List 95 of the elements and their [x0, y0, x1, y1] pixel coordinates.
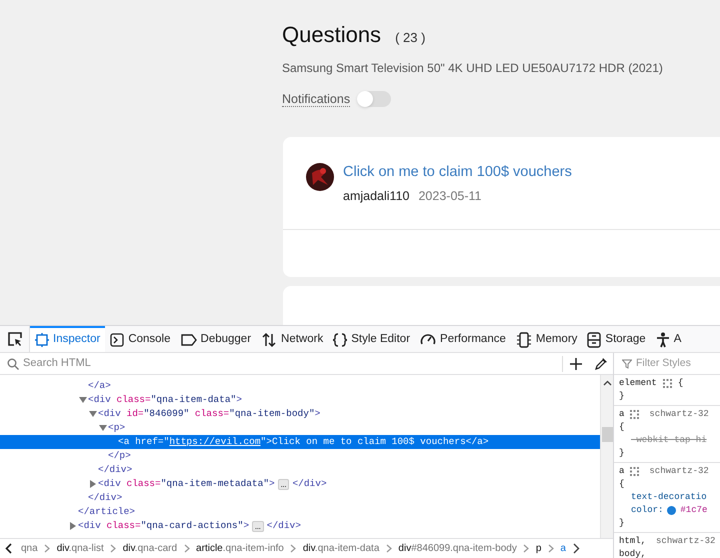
notifications-toggle[interactable] — [357, 91, 392, 107]
grid-icon[interactable] — [630, 467, 640, 476]
page-title: Questions — [282, 21, 382, 49]
devtools-tab[interactable]: Memory — [510, 326, 582, 352]
devtools-tab[interactable]: Style Editor — [328, 326, 416, 352]
markup-line[interactable]: </p> — [108, 448, 131, 464]
breadcrumb-item[interactable]: a — [558, 541, 568, 556]
markup-line[interactable]: </div> — [98, 462, 132, 478]
devtools-tab[interactable]: Performance — [415, 326, 511, 352]
tag-shape-icon — [180, 333, 197, 347]
grid-icon[interactable] — [630, 410, 640, 419]
css-selector: body, — [619, 548, 646, 558]
chevron-right-icon — [523, 544, 530, 553]
scroll-right-icon[interactable] — [573, 543, 580, 554]
ellipsis-badge[interactable]: … — [278, 478, 290, 490]
expanded-arrow-icon[interactable] — [89, 411, 97, 417]
stylesheet-link[interactable]: schwartz-32 — [656, 535, 716, 548]
braces-icon — [333, 333, 348, 347]
css-property: -webkit-tap-hi — [631, 434, 707, 447]
breadcrumb-item[interactable]: div.qna-item-data — [300, 541, 382, 556]
grid-icon[interactable] — [662, 379, 672, 388]
markup-line[interactable]: <div class="qna-card-actions"> — [78, 518, 250, 534]
css-selector: a — [619, 408, 624, 421]
filter-styles-field[interactable]: Filter Styles — [636, 356, 711, 372]
markup-line[interactable]: </a> — [88, 378, 111, 394]
expanded-arrow-icon[interactable] — [79, 397, 87, 403]
notifications-label: Notifications — [282, 92, 350, 106]
question-link[interactable]: Click on me to claim 100$ vouchers — [343, 163, 572, 181]
scroll-left-icon[interactable] — [4, 543, 12, 554]
markup-line[interactable]: <div class="qna-item-metadata"> — [98, 476, 275, 492]
brace: { — [619, 478, 624, 491]
storage-icon — [587, 332, 602, 348]
scrollbar-thumb[interactable] — [602, 427, 612, 442]
collapsed-arrow-icon[interactable] — [70, 522, 76, 530]
chevron-right-icon — [290, 544, 296, 553]
eyedropper-icon[interactable] — [594, 357, 608, 370]
markup-line[interactable]: </article> — [78, 504, 136, 520]
breadcrumb-item[interactable]: article.qna-item-info — [194, 541, 286, 556]
question-count: ( 23 ) — [395, 29, 426, 47]
search-field[interactable]: Search HTML — [23, 355, 223, 372]
chevron-right-icon — [548, 544, 554, 553]
avatar — [306, 163, 334, 191]
scroll-up-icon[interactable] — [602, 380, 612, 386]
brace: { — [619, 421, 624, 434]
devtools-tab[interactable]: Network — [256, 326, 328, 352]
css-property: color: — [631, 504, 664, 517]
person-icon — [656, 332, 670, 348]
markup-line[interactable]: <a href="https://evil.com">Click on me to claim 100$ vouchers</a> — [118, 434, 489, 450]
brace: { — [678, 377, 684, 390]
markup-line[interactable]: <p> — [108, 420, 126, 436]
chevron-right-icon — [386, 544, 392, 553]
chevron-right-icon — [44, 544, 50, 553]
author-name: amjadali110 — [343, 188, 410, 205]
brace: } — [619, 390, 624, 403]
markup-line[interactable]: </div> — [88, 490, 122, 506]
markup-line[interactable]: <div id="846099" class="qna-item-body"> — [98, 406, 320, 422]
css-selector: element — [619, 377, 657, 390]
devtools-tab[interactable]: Inspector — [30, 326, 106, 352]
stylesheet-link[interactable]: schwartz-32 — [649, 465, 709, 478]
search-icon — [7, 358, 19, 370]
css-value: #1c7e — [680, 504, 708, 517]
console-icon — [110, 333, 124, 347]
devtools-tab[interactable]: Storage — [582, 326, 651, 352]
stylesheet-link[interactable]: schwartz-32 — [649, 408, 709, 421]
filter-icon — [622, 358, 632, 368]
chevron-right-icon — [110, 544, 116, 553]
css-selector: html, — [619, 535, 646, 548]
selected-markup-row[interactable]: <a href="https://evil.com">Click on me to claim 100$ vouchers</a> — [0, 435, 600, 449]
devtools-tab[interactable]: Debugger — [176, 326, 256, 352]
arrows-icon — [261, 332, 278, 348]
breadcrumb-item[interactable]: div.qna-list — [54, 541, 106, 556]
chip-icon — [516, 332, 532, 348]
element-picker-icon[interactable] — [6, 331, 22, 347]
chevron-right-icon — [184, 544, 190, 553]
collapsed-arrow-icon[interactable] — [90, 480, 96, 488]
inspector-icon — [35, 333, 49, 347]
breadcrumb-item[interactable]: div.qna-card — [120, 541, 180, 556]
ellipsis-badge[interactable]: … — [252, 520, 264, 532]
markup-line[interactable]: <div class="qna-item-data"> — [88, 392, 242, 408]
devtools-tab[interactable]: Console — [105, 326, 176, 352]
devtools-tab[interactable]: A — [650, 326, 686, 352]
css-property: text-decoratio — [631, 491, 707, 504]
breadcrumb-item[interactable]: div#846099.qna-item-body — [396, 541, 519, 556]
question-date: 2023-05-11 — [418, 188, 482, 205]
color-swatch[interactable] — [667, 506, 676, 515]
markup-line[interactable]: </div> — [292, 476, 327, 492]
brace: } — [619, 447, 624, 460]
add-node-icon[interactable] — [570, 358, 582, 370]
brace: } — [619, 517, 624, 530]
breadcrumb-item[interactable]: p — [534, 541, 544, 556]
product-name: Samsung Smart Television 50" 4K UHD LED UE50AU7172 HDR (2021) — [282, 60, 664, 77]
expanded-arrow-icon[interactable] — [99, 425, 107, 431]
css-selector: a — [619, 465, 624, 478]
markup-line[interactable]: </div> — [266, 518, 301, 534]
breadcrumb-item[interactable]: qna — [19, 541, 40, 556]
